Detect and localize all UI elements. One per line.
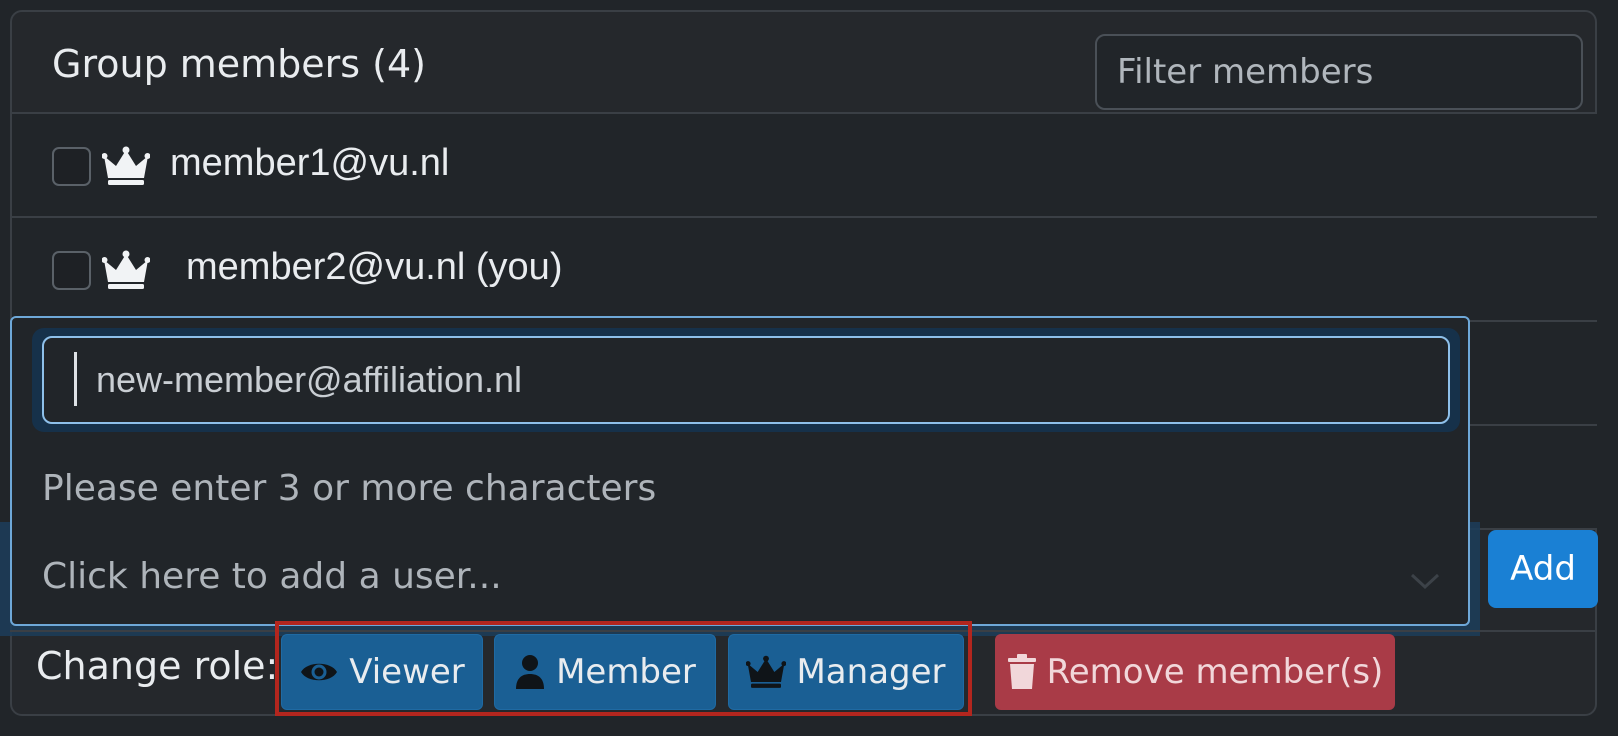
viewer-role-button[interactable]: Viewer: [281, 634, 483, 710]
search-hint: Please enter 3 or more characters: [42, 468, 657, 509]
member-email: member2@vu.nl (you): [186, 246, 563, 288]
crown-icon: [746, 655, 787, 688]
crown-icon: [102, 250, 150, 289]
add-user-dropdown: Please enter 3 or more characters Click …: [10, 316, 1470, 626]
member-checkbox[interactable]: [52, 251, 91, 290]
eye-icon: [301, 663, 338, 681]
member-row: member2@vu.nl (you): [12, 218, 1597, 322]
person-icon: [516, 655, 545, 689]
add-user-select[interactable]: Click here to add a user...: [42, 556, 502, 597]
member-checkbox[interactable]: [52, 147, 91, 186]
filter-members-input[interactable]: [1095, 34, 1583, 110]
change-role-label: Change role:: [36, 644, 279, 688]
member-email: member1@vu.nl: [170, 142, 450, 184]
text-cursor: [74, 352, 77, 406]
member-label: Member: [556, 652, 696, 692]
user-search-input[interactable]: [42, 336, 1450, 424]
manager-label: Manager: [796, 652, 946, 692]
remove-members-button[interactable]: Remove member(s): [995, 634, 1395, 710]
card-header: Group members (4): [10, 10, 1597, 114]
trash-icon: [1007, 654, 1036, 689]
manager-role-button[interactable]: Manager: [728, 634, 964, 710]
page-title: Group members (4): [52, 42, 427, 86]
add-user-button[interactable]: Add: [1488, 530, 1598, 608]
crown-icon: [102, 146, 150, 185]
remove-label: Remove member(s): [1046, 652, 1384, 692]
user-search-focus-ring: [32, 328, 1460, 432]
member-role-button[interactable]: Member: [494, 634, 716, 710]
chevron-down-icon[interactable]: [1408, 570, 1442, 592]
member-row: member1@vu.nl: [12, 114, 1597, 218]
viewer-label: Viewer: [349, 652, 465, 692]
